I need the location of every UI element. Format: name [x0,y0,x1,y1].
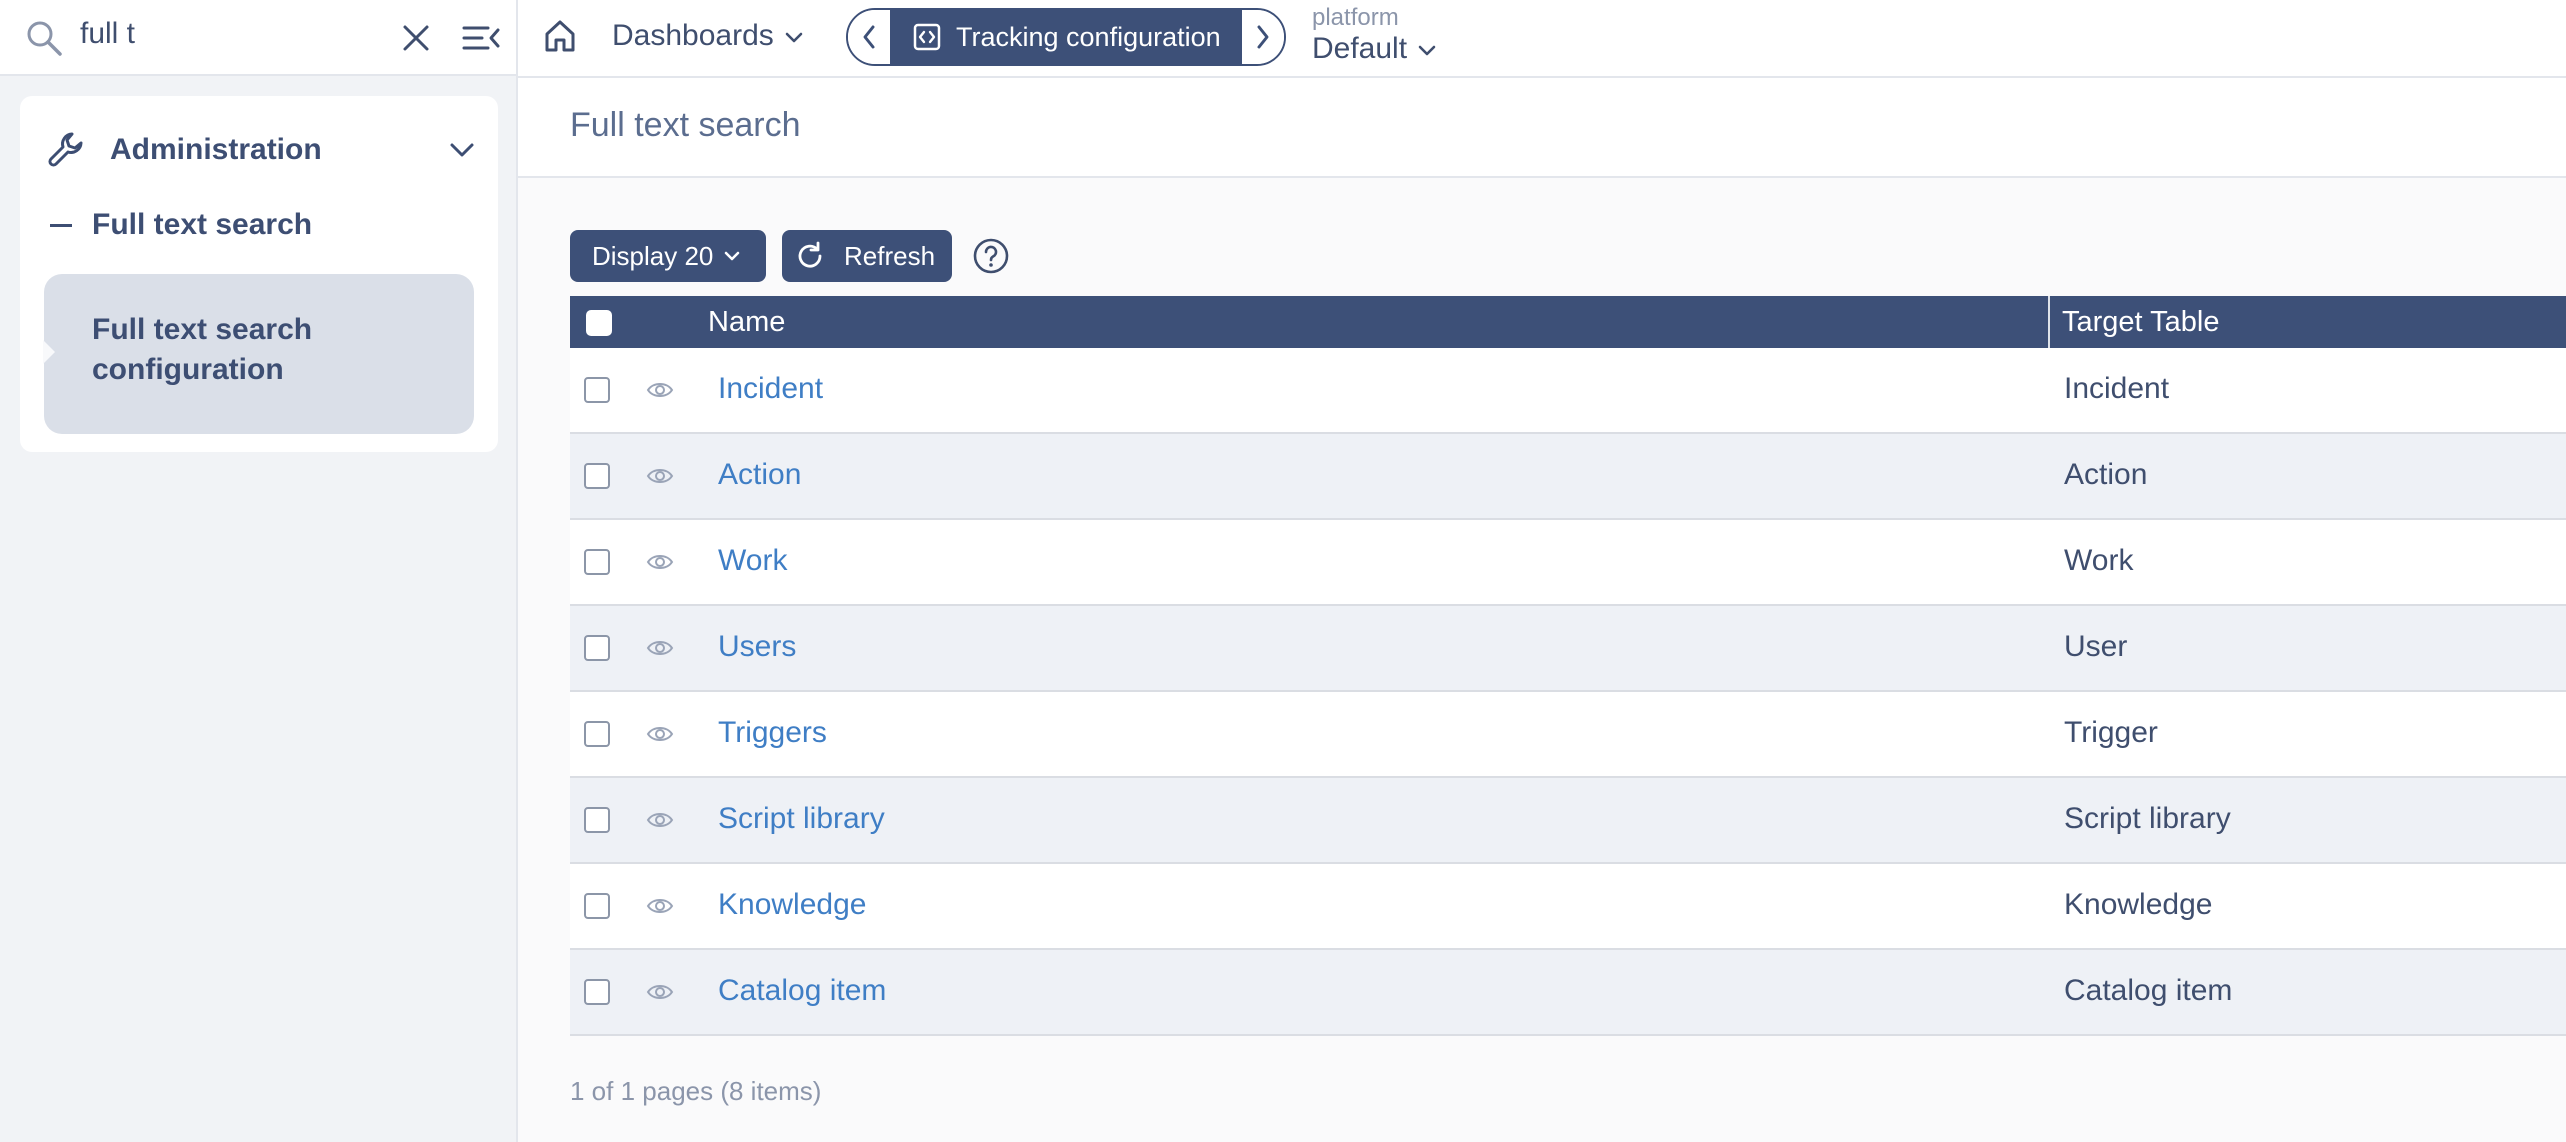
row-target-table: Work [2064,544,2134,577]
row-checkbox[interactable] [584,377,610,403]
refresh-label: Refresh [844,240,936,271]
row-name-link[interactable]: Script library [718,802,885,836]
eye-icon[interactable] [646,636,674,660]
pagination-summary: 1 of 1 pages (8 items) [570,1076,822,1106]
row-target-table: Incident [2064,372,2170,405]
eye-icon[interactable] [646,980,674,1004]
table-row: Incident Incident [570,348,2566,434]
platform-value: Default [1312,32,1408,65]
select-all-checkbox[interactable] [586,310,612,336]
page-header: Full text search [518,78,2566,178]
row-target-table: Catalog item [2064,974,2233,1007]
sidebar-item-full-text-search[interactable]: Full text search [50,208,312,242]
table-row: Script library Script library [570,778,2566,864]
display-count-label: Display 20 [592,240,714,271]
sidebar-section-administration[interactable]: Administration [46,122,476,178]
dashboards-label: Dashboards [612,19,774,52]
home-icon[interactable] [542,17,578,55]
row-name-link[interactable]: Action [718,458,801,492]
row-checkbox[interactable] [584,893,610,919]
row-checkbox[interactable] [584,635,610,661]
chevron-down-icon [1418,45,1436,56]
eye-icon[interactable] [646,808,674,832]
row-name-link[interactable]: Knowledge [718,888,866,922]
row-target-table: Action [2064,458,2148,491]
platform-label: platform [1312,4,1399,31]
row-target-table: User [2064,630,2128,663]
section-title: Administration [110,133,322,166]
table-row: Work Work [570,520,2566,606]
collapse-dash-icon [50,223,72,227]
sidebar-subitem-label: Full text search configuration [92,313,313,386]
row-target-table: Knowledge [2064,888,2213,921]
chevron-down-icon [450,143,474,157]
row-target-table: Script library [2064,802,2231,835]
eye-icon[interactable] [646,722,674,746]
collapse-menu-icon[interactable] [460,18,502,58]
top-header: Dashboards Tracking configuration platfo… [518,0,2566,78]
column-header-name[interactable]: Name [708,306,785,339]
table-row: Users User [570,606,2566,692]
code-frame-icon [913,23,941,51]
eye-icon[interactable] [646,464,674,488]
column-divider[interactable] [2048,296,2050,348]
sidebar: Administration Full text search Full tex… [0,76,518,1142]
main-content: Full text search Display 20 Refresh Name [518,78,2566,1142]
sidebar-item-full-text-search-configuration[interactable]: Full text search configuration [43,274,474,434]
search-icon [27,21,62,56]
tab-label: Tracking configuration [956,21,1221,52]
wrench-icon [48,132,83,167]
chevron-left-icon [863,25,875,49]
row-name-link[interactable]: Work [718,544,787,578]
sidebar-item-label: Full text search [92,208,313,241]
row-target-table: Trigger [2064,716,2158,749]
refresh-button[interactable]: Refresh [782,230,952,282]
page-title: Full text search [570,106,801,144]
tab-next-button[interactable] [1242,10,1284,64]
active-indicator [43,340,55,364]
row-name-link[interactable]: Catalog item [718,974,886,1008]
row-checkbox[interactable] [584,463,610,489]
row-checkbox[interactable] [584,979,610,1005]
row-checkbox[interactable] [584,721,610,747]
row-name-link[interactable]: Incident [718,372,823,406]
eye-icon[interactable] [646,894,674,918]
eye-icon[interactable] [646,550,674,574]
list-toolbar: Display 20 Refresh [570,230,1010,282]
row-name-link[interactable]: Triggers [718,716,827,750]
open-tabs: Tracking configuration [846,8,1286,66]
row-checkbox[interactable] [584,807,610,833]
dashboards-menu[interactable]: Dashboards [612,16,804,56]
display-count-button[interactable]: Display 20 [570,230,766,282]
platform-selector[interactable]: platform Default [1312,4,1437,66]
table-header: Name Target Table [570,296,2566,348]
chevron-down-icon [785,32,803,43]
records-table: Name Target Table Incident Incident Acti… [570,296,2566,1036]
sidebar-search: full t [0,0,518,76]
eye-icon[interactable] [646,378,674,402]
help-icon[interactable] [972,237,1010,275]
table-row: Action Action [570,434,2566,520]
table-row: Knowledge Knowledge [570,864,2566,950]
row-checkbox[interactable] [584,549,610,575]
tab-prev-button[interactable] [848,10,890,64]
chevron-down-icon [725,251,740,261]
refresh-icon [798,241,822,268]
chevron-right-icon [1257,25,1269,49]
row-name-link[interactable]: Users [718,630,796,664]
tab-tracking-configuration[interactable]: Tracking configuration [890,10,1242,64]
table-row: Catalog item Catalog item [570,950,2566,1036]
clear-icon[interactable] [398,20,434,56]
column-header-target-table[interactable]: Target Table [2062,306,2219,339]
search-input[interactable]: full t [80,17,135,51]
sidebar-menu: Administration Full text search Full tex… [20,96,498,452]
table-row: Triggers Trigger [570,692,2566,778]
